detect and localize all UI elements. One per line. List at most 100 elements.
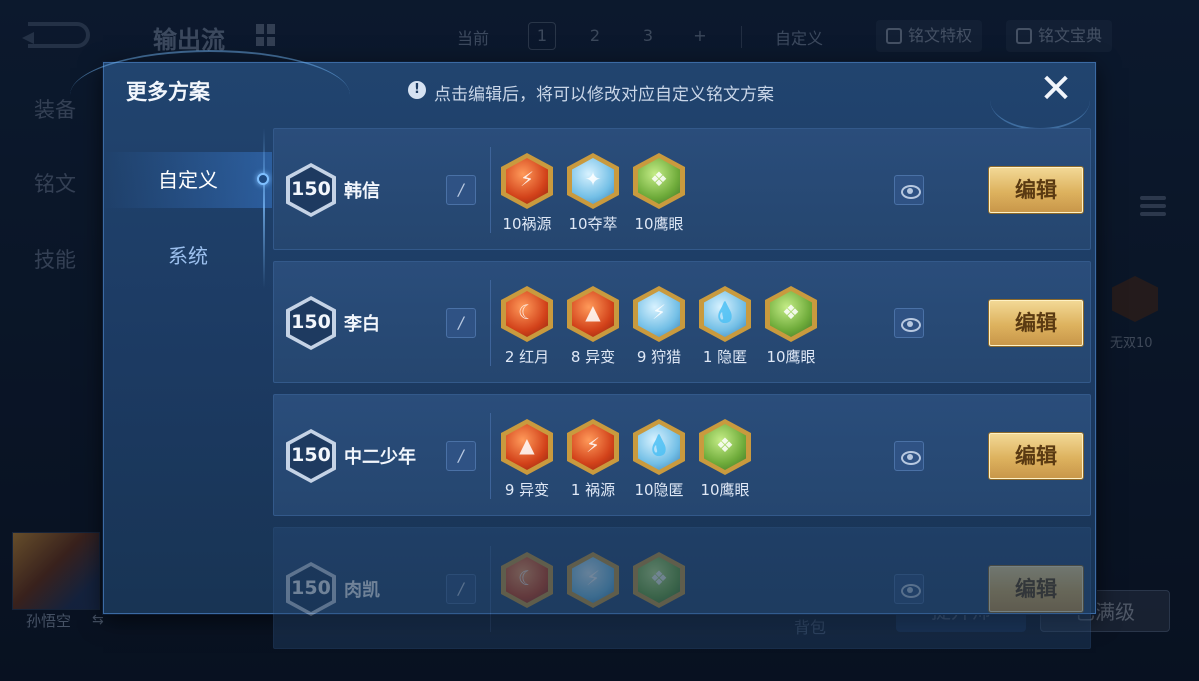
scheme-hero-name: 李白 (344, 314, 380, 335)
rune-label: 10隐匿 (634, 481, 684, 499)
rune-slot: ❖ 10鹰眼 (692, 419, 758, 500)
scheme-hero-name: 韩信 (344, 181, 380, 202)
divider (490, 147, 491, 233)
hint-text: 点击编辑后，将可以修改对应自定义铭文方案 (434, 85, 774, 105)
custom-label[interactable]: 自定义 (775, 25, 823, 49)
rune-slot: ⚡ 1 祸源 (560, 419, 626, 500)
info-icon: ! (408, 81, 426, 99)
edit-button[interactable]: 编辑 (989, 433, 1083, 479)
rune-label: 10夺萃 (568, 215, 618, 233)
rune-slot: ❖ 10鹰眼 (626, 153, 692, 234)
level-badge: 150 (286, 429, 336, 483)
rename-pencil-icon[interactable]: / (446, 441, 476, 471)
edit-button[interactable]: 编辑 (989, 167, 1083, 213)
rune-slot: ☾ (494, 552, 560, 612)
rune-label: 1 祸源 (570, 481, 616, 499)
list-icon[interactable] (1140, 196, 1166, 222)
edit-button[interactable]: 编辑 (989, 300, 1083, 346)
side-nav-equipment[interactable]: 装备 (34, 94, 76, 124)
treasure-button[interactable]: 铭文宝典 (1006, 20, 1113, 52)
side-nav-rune[interactable]: 铭文 (34, 168, 76, 198)
hero-portrait[interactable] (12, 532, 100, 610)
rune-hongyue-icon: ☾ (501, 552, 553, 608)
rune-label: 8 异变 (570, 348, 616, 366)
scheme-title: 输出流 (153, 26, 225, 54)
level-badge: 150 (286, 163, 336, 217)
rune-slot: 💧 1 隐匿 (692, 286, 758, 367)
rune-badge-icon (1112, 276, 1158, 322)
rune-slot: ⚡ (560, 552, 626, 612)
tab-custom[interactable]: 自定义 (104, 152, 272, 208)
edit-button[interactable]: 编辑 (989, 566, 1083, 612)
privilege-button[interactable]: 铭文特权 (876, 20, 983, 52)
scheme-row: 150 中二少年 / ▲ 9 异变 ⚡ 1 祸源 💧 10隐匿 ❖ 10鹰眼 编辑 (273, 394, 1091, 516)
scheme-row: 150 韩信 / ⚡ 10祸源 ✦ 10夺萃 ❖ 10鹰眼 编辑 (273, 128, 1091, 250)
rune-slot: ▲ 9 异变 (494, 419, 560, 500)
tab-indicator-dot (257, 173, 269, 185)
crown-icon (886, 28, 902, 44)
page-button-1[interactable]: 1 (528, 22, 556, 50)
treasure-label: 铭文宝典 (1038, 26, 1103, 45)
scheme-hero-name: 肉凯 (344, 580, 380, 601)
grid-icon[interactable] (256, 24, 278, 46)
current-label: 当前 (457, 29, 490, 48)
rune-slot: ❖ (626, 552, 692, 612)
rune-duocui-icon: ✦ (567, 153, 619, 209)
level-badge: 150 (286, 562, 336, 616)
rune-yibian-icon: ▲ (501, 419, 553, 475)
level-number: 150 (291, 577, 331, 599)
level-number: 150 (291, 444, 331, 466)
divider (490, 546, 491, 632)
preview-eye-icon[interactable] (894, 308, 924, 338)
rename-pencil-icon[interactable]: / (446, 308, 476, 338)
rune-label: 10鹰眼 (634, 215, 684, 233)
dialog-title: 更多方案 (126, 80, 210, 104)
tab-system[interactable]: 系统 (104, 228, 272, 284)
rune-label: 2 红月 (504, 348, 550, 366)
rune-label: 10鹰眼 (700, 481, 750, 499)
rune-label: 1 隐匿 (702, 348, 748, 366)
rune-yingyan-icon: ❖ (633, 552, 685, 608)
privilege-label: 铭文特权 (908, 26, 973, 45)
rune-slot: ▲ 8 异变 (560, 286, 626, 367)
rename-pencil-icon[interactable]: / (446, 175, 476, 205)
scheme-row: 150 李白 / ☾ 2 红月 ▲ 8 异变 ⚡ 9 狩猎 💧 1 隐匿 ❖ 10鹰… (273, 261, 1091, 383)
rune-slot: ☾ 2 红月 (494, 286, 560, 367)
preview-eye-icon[interactable] (894, 574, 924, 604)
rune-yinni-icon: 💧 (699, 286, 751, 342)
page-button-3[interactable]: 3 (634, 22, 662, 50)
rune-label: 9 狩猎 (636, 348, 682, 366)
level-number: 150 (291, 178, 331, 200)
back-arrow-icon[interactable] (22, 22, 90, 48)
preview-eye-icon[interactable] (894, 175, 924, 205)
rune-slot: ✦ 10夺萃 (560, 153, 626, 234)
rune-huoyuan-icon: ⚡ (501, 153, 553, 209)
level-badge: 150 (286, 296, 336, 350)
rune-label: 10鹰眼 (766, 348, 816, 366)
book-icon (1016, 28, 1032, 44)
add-page-button[interactable]: + (686, 22, 714, 50)
rune-label: 9 异变 (504, 481, 550, 499)
rune-yingyan-icon: ❖ (633, 153, 685, 209)
rune-label: 10祸源 (502, 215, 552, 233)
rune-yingyan-icon: ❖ (699, 419, 751, 475)
divider (490, 280, 491, 366)
rune-slot: ⚡ 9 狩猎 (626, 286, 692, 367)
scheme-row: 150 肉凯 / ☾ ⚡ ❖ 编辑 (273, 527, 1091, 649)
close-icon[interactable]: ✕ (1036, 69, 1076, 110)
tab-indicator-line (263, 128, 265, 288)
rune-slot: ⚡ 10祸源 (494, 153, 560, 234)
rune-yingyan-icon: ❖ (765, 286, 817, 342)
rune-badge-label: 无双10 (1110, 336, 1153, 351)
rune-yinni-icon: 💧 (633, 419, 685, 475)
level-number: 150 (291, 311, 331, 333)
rune-slot: ❖ 10鹰眼 (758, 286, 824, 367)
side-nav-skill[interactable]: 技能 (34, 244, 76, 274)
swap-icon[interactable]: ⇆ (92, 612, 104, 628)
page-button-2[interactable]: 2 (581, 22, 609, 50)
rename-pencil-icon[interactable]: / (446, 574, 476, 604)
rune-slot: 💧 10隐匿 (626, 419, 692, 500)
preview-eye-icon[interactable] (894, 441, 924, 471)
scheme-hero-name: 中二少年 (344, 447, 416, 468)
hero-name: 孙悟空 (26, 612, 72, 630)
